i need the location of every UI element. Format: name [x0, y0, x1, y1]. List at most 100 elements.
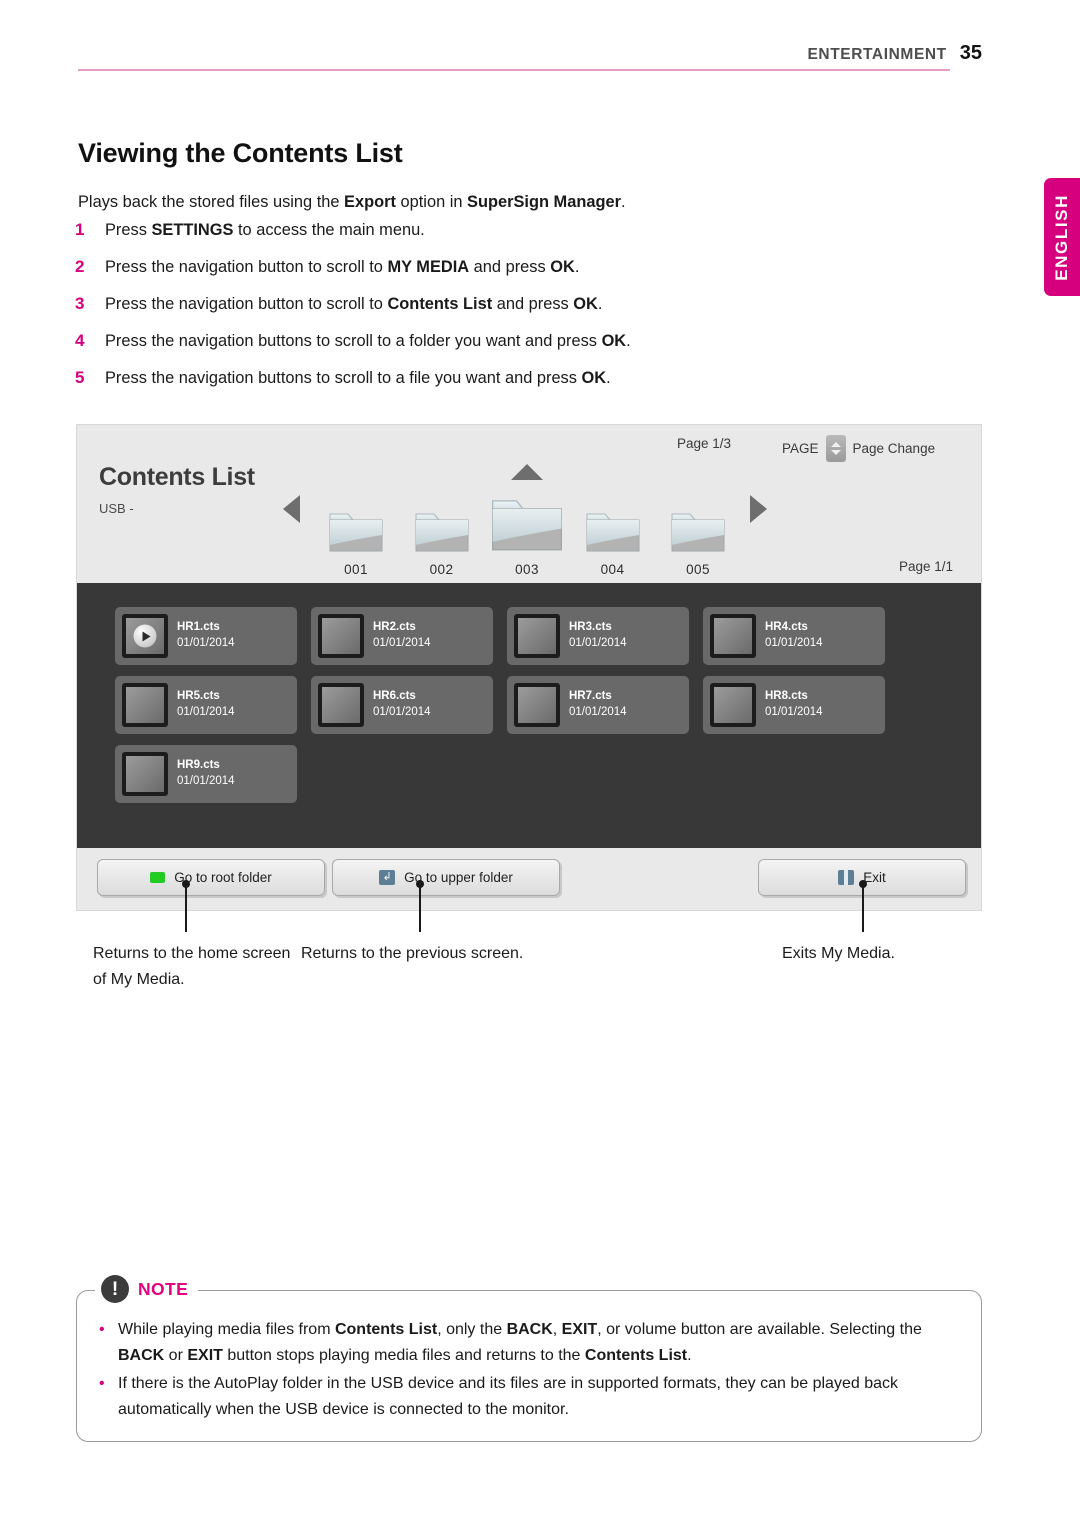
triangle-right-icon[interactable] — [750, 495, 767, 523]
file-tile[interactable]: HR3.cts 01/01/2014 — [507, 607, 689, 665]
file-date: 01/01/2014 — [569, 637, 627, 649]
file-thumbnail — [514, 614, 560, 658]
chevron-up-icon — [830, 442, 841, 447]
go-to-root-folder-button[interactable]: Go to root folder — [97, 859, 325, 896]
manual-page: ENTERTAINMENT 35 ENGLISH Viewing the Con… — [0, 0, 1080, 1524]
step-item: 2 Press the navigation button to scroll … — [72, 257, 902, 294]
folder-label: 005 — [686, 562, 710, 577]
step-text-c: and press — [469, 258, 551, 276]
note-0-b1: Contents List — [334, 1321, 438, 1338]
file-grid: HR1.cts 01/01/2014 HR2.cts 01/01/2014 HR… — [115, 607, 955, 803]
exclamation-icon: ! — [101, 1275, 129, 1303]
callout-line-root — [182, 880, 190, 932]
triangle-left-icon[interactable] — [283, 495, 300, 523]
folder-icon — [586, 513, 639, 552]
file-name: HR2.cts — [373, 621, 416, 634]
file-meta: HR5.cts 01/01/2014 — [177, 689, 235, 721]
note-item: • While playing media files from Content… — [99, 1317, 959, 1369]
file-tile[interactable]: HR5.cts 01/01/2014 — [115, 676, 297, 734]
note-label: NOTE — [138, 1278, 189, 1299]
file-thumbnail — [122, 683, 168, 727]
step-item: 5 Press the navigation buttons to scroll… — [72, 368, 902, 405]
file-date: 01/01/2014 — [177, 637, 235, 649]
page-updown-button[interactable] — [825, 435, 846, 462]
step-text: Press SETTINGS to access the main menu. — [105, 221, 425, 240]
note-item-text: While playing media files from Contents … — [118, 1317, 959, 1369]
step-text-c: to access the main menu. — [233, 221, 425, 239]
page-change-control[interactable]: PAGE Page Change — [782, 435, 935, 462]
folder-item[interactable]: 002 — [403, 506, 481, 577]
step-text-b: Contents List — [387, 295, 493, 313]
caption-exit: Exits My Media. — [782, 945, 895, 962]
header-rule — [78, 69, 950, 71]
step-text: Press the navigation buttons to scroll t… — [105, 332, 631, 351]
file-name: HR4.cts — [765, 621, 808, 634]
file-thumbnail — [514, 683, 560, 727]
folder-icon — [329, 513, 383, 552]
file-tile[interactable]: HR8.cts 01/01/2014 — [703, 676, 885, 734]
note-bullet: • — [99, 1321, 105, 1338]
file-name: HR1.cts — [177, 621, 220, 634]
file-meta: HR3.cts 01/01/2014 — [569, 620, 627, 652]
file-tile[interactable]: HR9.cts 01/01/2014 — [115, 745, 297, 803]
step-text-a: Press the navigation button to scroll to — [105, 295, 388, 313]
intro-supersign-term: SuperSign Manager — [467, 193, 621, 211]
file-date: 01/01/2014 — [177, 706, 235, 718]
folder-label: 001 — [344, 562, 368, 577]
file-tile[interactable]: HR7.cts 01/01/2014 — [507, 676, 689, 734]
note-item: • If there is the AutoPlay folder in the… — [99, 1371, 959, 1423]
file-tile[interactable]: HR6.cts 01/01/2014 — [311, 676, 493, 734]
step-text-a: Press the navigation buttons to scroll t… — [105, 332, 602, 350]
file-thumbnail — [710, 614, 756, 658]
step-text-a: Press — [105, 221, 152, 239]
step-number: 5 — [75, 368, 85, 387]
file-tile[interactable]: HR1.cts 01/01/2014 — [115, 607, 297, 665]
file-tile[interactable]: HR2.cts 01/01/2014 — [311, 607, 493, 665]
step-number: 4 — [75, 331, 85, 350]
file-meta: HR4.cts 01/01/2014 — [765, 620, 823, 652]
intro-part-e: . — [620, 193, 626, 211]
file-date: 01/01/2014 — [373, 706, 431, 718]
step-text-e: . — [626, 332, 631, 350]
file-thumbnail — [122, 614, 168, 658]
step-text-c: and press — [492, 295, 574, 313]
file-tile[interactable]: HR4.cts 01/01/2014 — [703, 607, 885, 665]
file-name: HR9.cts — [177, 759, 220, 772]
file-date: 01/01/2014 — [177, 775, 235, 787]
note-item-text: If there is the AutoPlay folder in the U… — [118, 1374, 898, 1418]
folder-item-selected[interactable]: 003 — [488, 464, 566, 577]
exit-icon — [838, 870, 855, 885]
folder-page-indicator: Page 1/3 — [677, 436, 732, 451]
chevron-down-icon — [830, 450, 841, 455]
step-number: 3 — [75, 294, 85, 313]
folder-item[interactable]: 005 — [659, 506, 737, 577]
note-0-p7: . — [687, 1346, 692, 1364]
folder-label: 002 — [429, 562, 454, 577]
step-text-a: Press the navigation button to scroll to — [105, 258, 388, 276]
file-grid-panel: HR1.cts 01/01/2014 HR2.cts 01/01/2014 HR… — [77, 583, 981, 848]
file-name: HR3.cts — [569, 621, 612, 634]
note-box: ! NOTE • While playing media files from … — [76, 1275, 982, 1442]
step-text-e: . — [606, 369, 611, 387]
folder-item[interactable]: 004 — [574, 506, 652, 577]
header-text-row: ENTERTAINMENT 35 — [807, 42, 982, 65]
folder-item[interactable]: 001 — [317, 506, 395, 577]
step-text-d: OK — [601, 332, 627, 350]
go-to-upper-folder-button[interactable]: ↲ Go to upper folder — [332, 859, 560, 896]
page-change-label: Page Change — [852, 441, 936, 456]
note-0-p2: , only the — [437, 1321, 507, 1338]
green-square-icon — [150, 872, 166, 883]
screen-button-bar: Go to root folder ↲ Go to upper folder E… — [77, 848, 981, 910]
file-thumbnail — [710, 683, 756, 727]
file-meta: HR1.cts 01/01/2014 — [177, 620, 235, 652]
file-thumbnail — [318, 683, 364, 727]
intro-paragraph: Plays back the stored files using the Ex… — [78, 193, 626, 212]
note-0-b5: EXIT — [187, 1346, 223, 1364]
back-arrow-icon: ↲ — [379, 870, 396, 885]
file-meta: HR6.cts 01/01/2014 — [373, 689, 431, 721]
note-0-p6: button stops playing media files and ret… — [222, 1346, 585, 1364]
step-text: Press the navigation button to scroll to… — [105, 258, 579, 277]
note-body: • While playing media files from Content… — [99, 1317, 959, 1425]
note-header: ! NOTE — [95, 1275, 199, 1303]
step-item: 1 Press SETTINGS to access the main menu… — [72, 220, 902, 257]
